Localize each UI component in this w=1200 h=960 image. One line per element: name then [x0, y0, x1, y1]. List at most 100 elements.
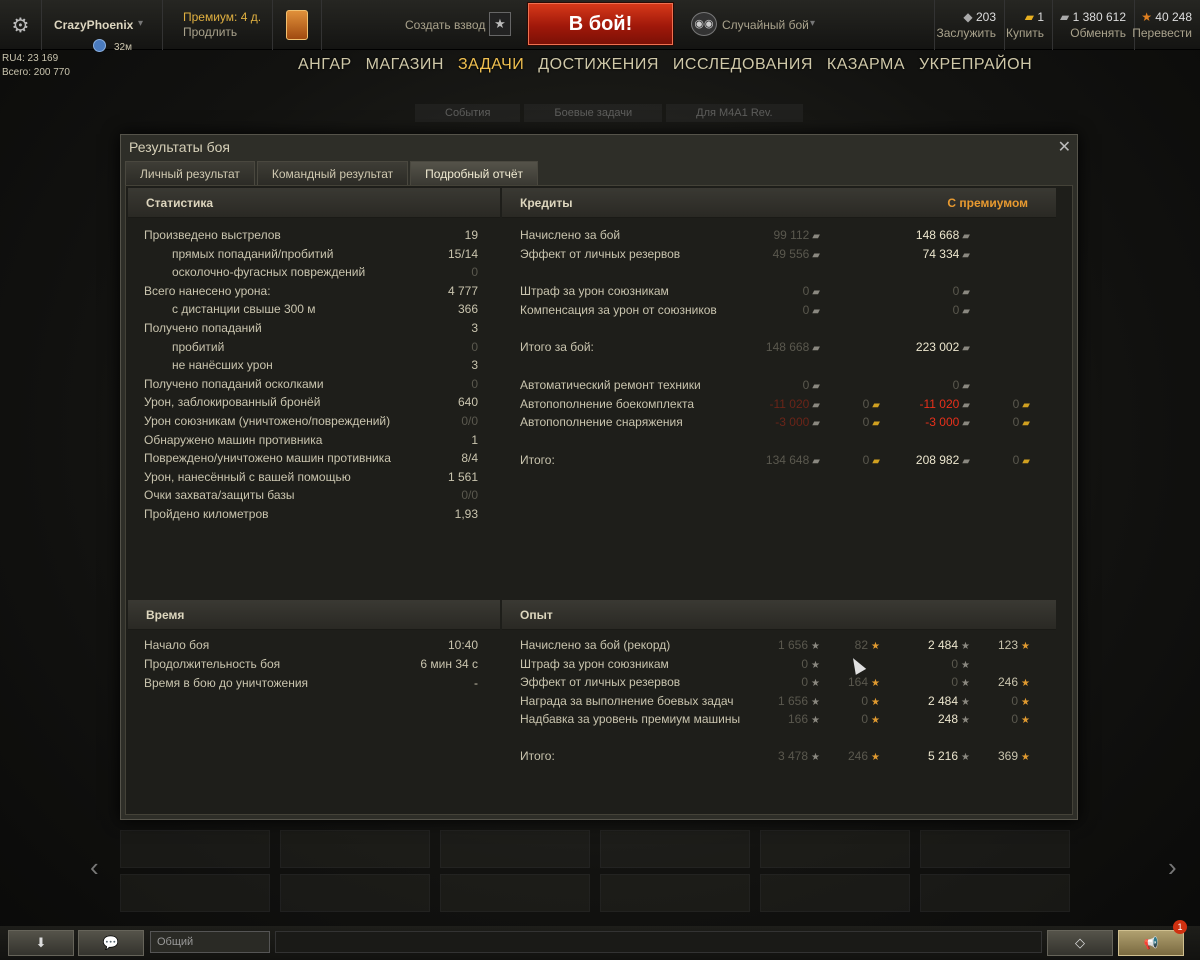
- credits-amount: -11 020: [769, 396, 810, 411]
- stats-row-value: 3: [471, 321, 478, 335]
- bonds-panel[interactable]: ◆ 203 Заслужить: [934, 0, 1004, 50]
- stats-row-label: Получено попаданий: [144, 321, 262, 335]
- time-row-label: Продолжительность боя: [144, 657, 281, 671]
- credits-amount: 0: [802, 284, 810, 299]
- credits-icon: ▰: [962, 455, 970, 467]
- stats-row: Урон, нанесённый с вашей помощью 1 561: [144, 470, 484, 486]
- free-xp-panel[interactable]: ★ 40 248 Перевести: [1132, 0, 1200, 50]
- stats-row: прямых попаданий/пробитий 15/14: [144, 247, 484, 263]
- stats-row-label: осколочно-фугасных повреждений: [172, 265, 366, 280]
- convert-xp-action[interactable]: Перевести: [1132, 26, 1192, 40]
- gold-value: 1: [1037, 10, 1044, 24]
- notifications-button[interactable]: 📢: [1118, 930, 1184, 956]
- carousel-tank[interactable]: [280, 830, 430, 868]
- buy-gold-action[interactable]: Купить: [1006, 26, 1044, 40]
- carousel-tank[interactable]: [440, 830, 590, 868]
- credits-amount: 0: [802, 302, 810, 317]
- subtab-missions[interactable]: Боевые задачи: [524, 104, 663, 122]
- subtab-events[interactable]: События: [415, 104, 521, 122]
- carousel-right-arrow-icon[interactable]: ›: [1168, 852, 1177, 883]
- subtab-vehicle[interactable]: Для M4A1 Rev.: [666, 104, 803, 122]
- stats-row-value: 0/0: [461, 414, 478, 428]
- gold-icon: ▰: [1022, 399, 1030, 411]
- credits-row-label: Эффект от личных резервов: [520, 246, 681, 261]
- carousel-tank[interactable]: [760, 830, 910, 868]
- credits-panel[interactable]: ▰ 1 380 612 Обменять: [1052, 0, 1134, 50]
- premium-panel[interactable]: Премиум: 4 д. Продлить: [162, 0, 272, 50]
- exchange-action[interactable]: Обменять: [1070, 26, 1126, 40]
- stats-row-value: 3: [471, 358, 478, 373]
- contacts-button[interactable]: 💬: [78, 930, 144, 956]
- chat-channel-field[interactable]: Общий: [150, 931, 270, 953]
- carousel-tank[interactable]: [440, 874, 590, 912]
- nav-hangar[interactable]: АНГАР: [298, 56, 352, 78]
- carousel-tank[interactable]: [120, 830, 270, 868]
- chat-input[interactable]: [275, 931, 1042, 953]
- credits-amount: 0: [802, 378, 810, 392]
- credits-icon: ▰: [962, 305, 970, 317]
- tab-personal[interactable]: Личный результат: [125, 161, 255, 185]
- close-icon[interactable]: ✕: [1058, 137, 1071, 157]
- vehicle-carousel: [16, 826, 1184, 916]
- stats-row-value: 366: [457, 302, 478, 317]
- xp-star-icon: ★: [961, 678, 970, 690]
- player-menu[interactable]: CrazyPhoenix ▾ 32м: [42, 0, 162, 53]
- nav-research[interactable]: ИССЛЕДОВАНИЯ: [673, 56, 813, 78]
- battle-mode-selector[interactable]: ◉◉ Случайный бой ▾: [684, 0, 934, 50]
- nav-missions[interactable]: ЗАДАЧИ: [458, 56, 524, 78]
- credits-icon: ▰: [962, 249, 970, 261]
- create-platoon-button[interactable]: Создать взвод ★: [400, 0, 515, 50]
- carousel-tank[interactable]: [120, 874, 270, 912]
- time-row-label: Начало боя: [144, 638, 210, 652]
- free-xp-star-icon: ★: [871, 641, 880, 652]
- gold-panel[interactable]: ▰ 1 Купить: [1004, 0, 1052, 50]
- credits-value-a: -11 020 ▰: [769, 397, 820, 411]
- tab-team[interactable]: Командный результат: [256, 161, 409, 185]
- credits-icon: ▰: [812, 381, 820, 392]
- carousel-tank[interactable]: [280, 874, 430, 912]
- free-xp-star-icon: ★: [871, 678, 880, 690]
- nav-achievements[interactable]: ДОСТИЖЕНИЯ: [538, 56, 659, 78]
- xp-amount: 0: [951, 675, 959, 690]
- carousel-tank[interactable]: [600, 830, 750, 868]
- xp-value-a: 166 ★: [788, 712, 820, 726]
- nav-stronghold[interactable]: УКРЕПРАЙОН: [919, 56, 1032, 78]
- credits-amount: 0: [952, 284, 960, 299]
- free-xp-star-icon: ★: [1021, 752, 1030, 763]
- bonds-icon: ◆: [963, 10, 976, 24]
- carousel-tank[interactable]: [920, 874, 1070, 912]
- nav-barracks[interactable]: КАЗАРМА: [827, 56, 905, 78]
- premium-column-header: С премиумом: [947, 196, 1028, 210]
- xp-value-c: 0 ★: [951, 675, 970, 689]
- nav-shop[interactable]: МАГАЗИН: [366, 56, 444, 78]
- bonds-action[interactable]: Заслужить: [936, 26, 996, 40]
- credits-amount: 74 334: [922, 246, 960, 261]
- shop-button[interactable]: [272, 0, 322, 50]
- credits-value-a: -3 000 ▰: [775, 415, 820, 429]
- credits-row: Начислено за бой 99 112 ▰ 148 668 ▰: [520, 228, 1050, 244]
- clan-button[interactable]: ◇: [1047, 930, 1113, 956]
- credits-amount: 0: [952, 378, 960, 392]
- credits-amount: 0: [862, 396, 870, 411]
- credits-amount: 99 112: [773, 228, 810, 242]
- xp-value-c: 2 484 ★: [928, 638, 970, 652]
- credits-icon: ▰: [962, 381, 970, 392]
- xp-row: Надбавка за уровень премиум машины 166 ★ 0 ★…: [520, 712, 1050, 728]
- stats-row-label: Получено попаданий осколками: [144, 376, 324, 391]
- stats-row-label: пробитий: [172, 339, 225, 354]
- settings-button[interactable]: ⚙: [0, 0, 42, 50]
- extend-link[interactable]: Продлить: [183, 25, 237, 39]
- carousel-left-arrow-icon[interactable]: ‹: [90, 852, 99, 883]
- carousel-tank[interactable]: [760, 874, 910, 912]
- carousel-tank[interactable]: [920, 830, 1070, 868]
- xp-value-a: 3 478 ★: [778, 749, 820, 763]
- credits-amount: 208 982: [915, 452, 960, 467]
- random-battle-icon: ◉◉: [691, 12, 717, 36]
- download-button[interactable]: ⬇: [8, 930, 74, 956]
- stats-row-label: Урон, нанесённый с вашей помощью: [144, 469, 351, 484]
- carousel-tank[interactable]: [600, 874, 750, 912]
- battle-button[interactable]: В бой!: [527, 2, 674, 46]
- xp-amount: 0: [1011, 693, 1019, 708]
- tab-detailed[interactable]: Подробный отчёт: [410, 161, 539, 185]
- credits-icon: ▰: [812, 231, 820, 242]
